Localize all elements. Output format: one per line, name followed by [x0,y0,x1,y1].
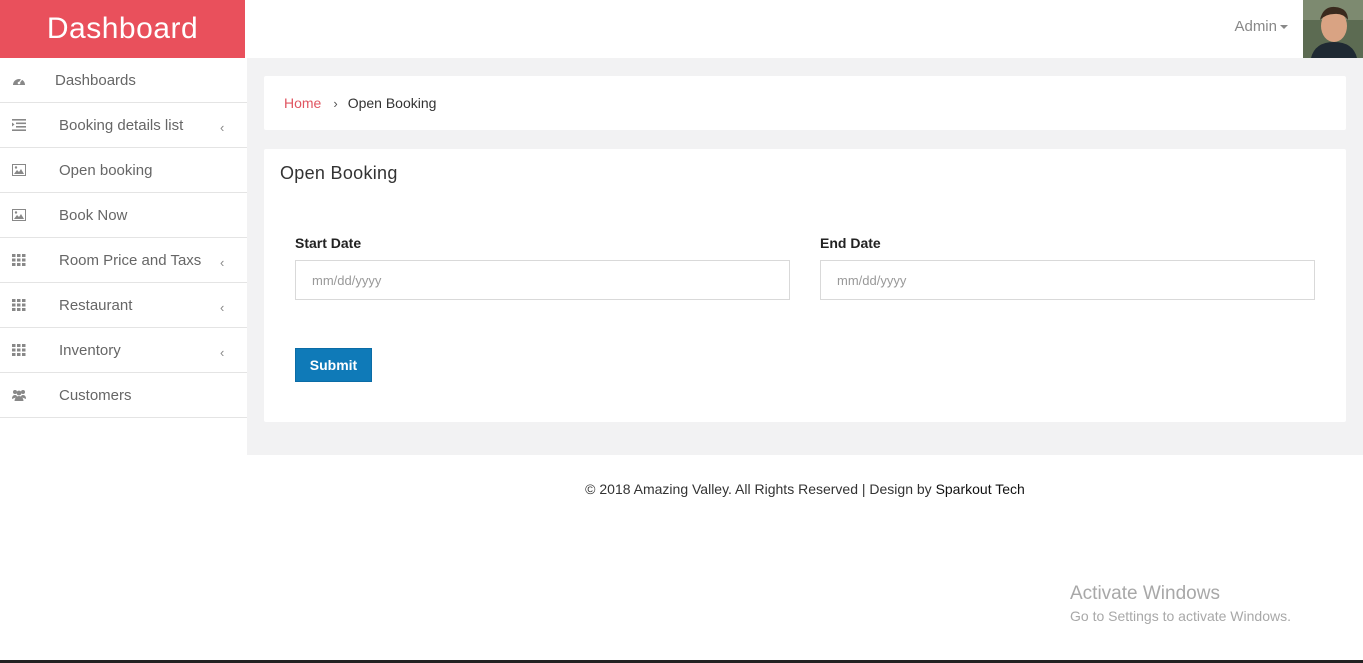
image-icon [12,209,26,221]
end-date-input[interactable] [820,260,1315,300]
avatar[interactable] [1303,0,1363,58]
sidebar-item-label: Room Price and Taxs [59,251,202,269]
breadcrumb-home-link[interactable]: Home [284,95,321,111]
sidebar-item-dashboards[interactable]: Dashboards [0,58,247,103]
sidebar-item-inventory[interactable]: Inventory ‹ [0,328,247,373]
main-content: Home › Open Booking Open Booking Start D… [247,58,1363,455]
sidebar-item-open-booking[interactable]: Open booking [0,148,247,193]
sidebar-item-label: Customers [59,386,132,404]
sidebar-item-restaurant[interactable]: Restaurant ‹ [0,283,247,328]
chevron-left-icon: ‹ [220,300,225,315]
user-menu-toggle[interactable]: Admin [1234,18,1288,35]
breadcrumb: Home › Open Booking [264,76,1346,130]
breadcrumb-current: Open Booking [347,95,437,111]
sidebar-item-label: Booking details list [59,116,184,134]
windows-activation-watermark: Activate Windows Go to Settings to activ… [1070,583,1291,624]
sidebar-item-label: Open booking [59,161,153,179]
start-date-label: Start Date [295,235,362,251]
top-navbar: Admin [245,0,1363,58]
grid-icon [12,344,26,356]
chevron-left-icon: ‹ [220,255,225,270]
sidebar-item-book-now[interactable]: Book Now [0,193,247,238]
list-indent-icon [12,119,26,131]
sidebar-item-room-price-and-taxs[interactable]: Room Price and Taxs ‹ [0,238,247,283]
users-icon [12,390,26,401]
sidebar-item-booking-details-list[interactable]: Booking details list ‹ [0,103,247,148]
chevron-left-icon: ‹ [220,345,225,360]
sidebar-item-customers[interactable]: Customers [0,373,247,418]
page-title: Open Booking [280,163,398,183]
sidebar: Dashboards Booking details list ‹ Open b… [0,58,247,418]
image-icon [12,164,26,176]
sidebar-item-label: Book Now [59,206,128,224]
watermark-title: Activate Windows [1070,583,1220,604]
sidebar-item-label: Restaurant [59,296,133,314]
end-date-label: End Date [820,235,881,251]
brand-logo[interactable]: Dashboard [0,0,245,58]
designer-link[interactable]: Sparkout Tech [936,481,1025,497]
grid-icon [12,299,26,311]
chevron-left-icon: ‹ [220,120,225,135]
copyright-text: © 2018 Amazing Valley. All Rights Reserv… [585,481,936,497]
open-booking-panel: Open Booking Start Date End Date Submit [264,149,1346,422]
chevron-right-icon: › [333,95,338,111]
footer: © 2018 Amazing Valley. All Rights Reserv… [247,455,1363,497]
sidebar-item-label: Inventory [59,341,121,359]
grid-icon [12,254,26,266]
start-date-input[interactable] [295,260,790,300]
caret-down-icon [1280,25,1288,30]
tachometer-icon [13,78,25,85]
submit-button[interactable]: Submit [295,348,372,382]
user-menu-label: Admin [1234,18,1277,35]
sidebar-item-label: Dashboards [55,71,136,89]
watermark-subtitle: Go to Settings to activate Windows. [1070,608,1291,624]
